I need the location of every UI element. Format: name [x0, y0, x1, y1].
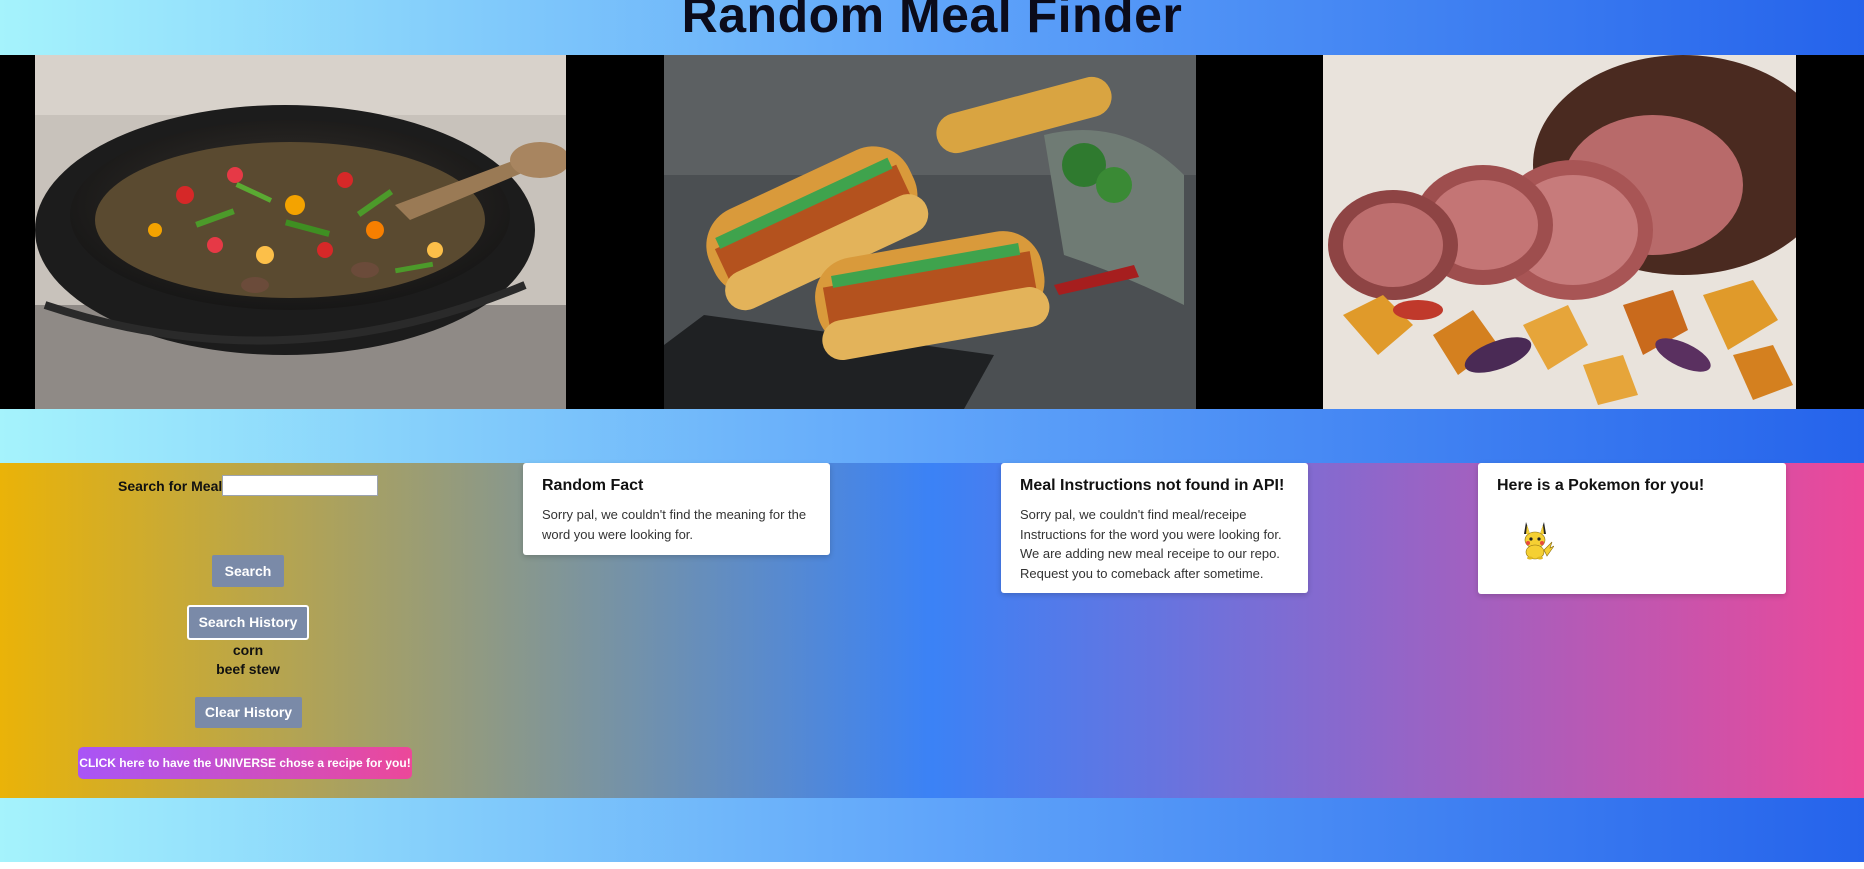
search-button[interactable]: Search [212, 555, 284, 587]
meal-gallery [0, 55, 1864, 409]
search-label: Search for Meal: [118, 478, 227, 494]
search-history-button[interactable]: Search History [187, 605, 309, 640]
search-input[interactable] [222, 475, 378, 496]
pokemon-title: Here is a Pokemon for you! [1497, 477, 1705, 494]
stir-fry-wok-photo [35, 55, 566, 409]
meal-instructions-card: Meal Instructions not found in API! Sorr… [1001, 463, 1308, 593]
history-item[interactable]: beef stew [188, 660, 308, 679]
pikachu-icon [1524, 522, 1554, 560]
meal-instructions-title: Meal Instructions not found in API! [1020, 477, 1285, 494]
crispy-chicken-sandwich-photo [664, 55, 1196, 409]
search-history-list: corn beef stew [188, 641, 308, 679]
random-fact-title: Random Fact [542, 477, 644, 494]
history-item[interactable]: corn [188, 641, 308, 660]
page-title: Random Meal Finder [681, 0, 1183, 43]
meal-instructions-text: Sorry pal, we couldn't find meal/receipe… [1020, 507, 1282, 581]
pokemon-card: Here is a Pokemon for you! [1478, 463, 1786, 594]
page-header: Random Meal Finder [0, 0, 1864, 55]
random-fact-card: Random Fact Sorry pal, we couldn't find … [523, 463, 830, 555]
random-recipe-button[interactable]: CLICK here to have the UNIVERSE chose a … [78, 747, 412, 779]
footer-band [0, 798, 1864, 862]
clear-history-button[interactable]: Clear History [195, 697, 302, 728]
roast-beef-photo [1323, 55, 1796, 409]
random-fact-text: Sorry pal, we couldn't find the meaning … [542, 507, 807, 542]
gradient-divider [0, 409, 1864, 463]
main-content: Search for Meal: Search Search History c… [0, 463, 1864, 798]
